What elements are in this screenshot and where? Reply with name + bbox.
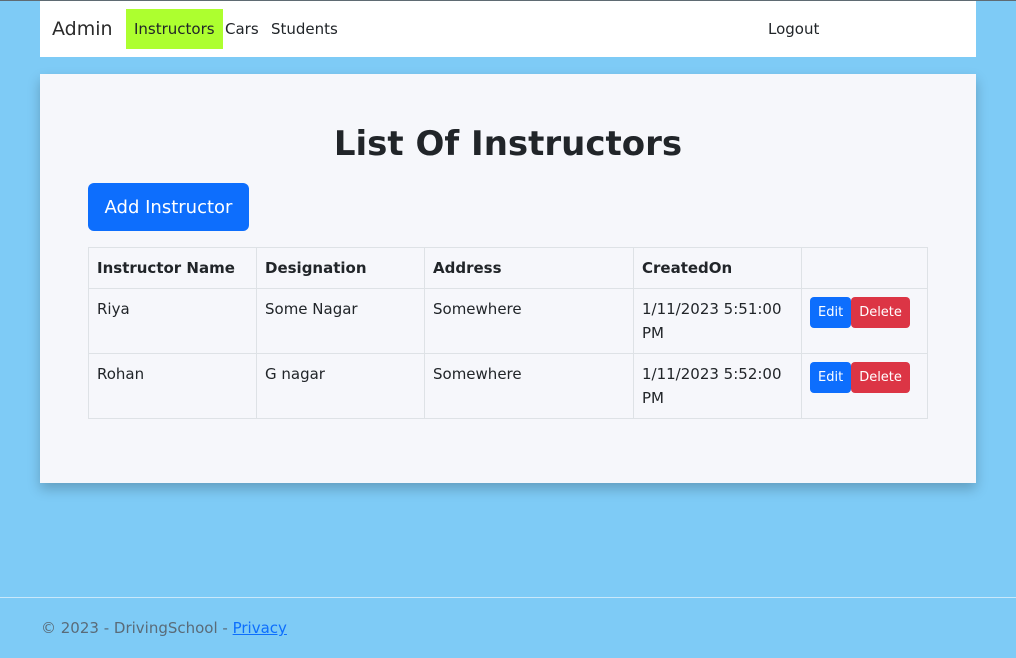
page-title: List Of Instructors [333,124,683,164]
cell-address: Somewhere [424,288,634,354]
edit-button[interactable]: Edit [810,362,852,393]
cell-designation: G nagar [256,353,425,419]
cell-created-on: 1/11/2023 5:52:00 PM [633,353,802,419]
add-instructor-button[interactable]: Add Instructor [88,183,249,231]
footer-text: © 2023 - DrivingSchool - [41,619,233,637]
logout-link[interactable]: Logout [768,9,819,49]
footer-divider [0,597,1016,598]
header-address: Address [424,247,634,289]
delete-button[interactable]: Delete [851,362,910,393]
nav-link-instructors[interactable]: Instructors [126,9,223,49]
navbar-brand[interactable]: Admin [52,18,113,40]
header-created-on: CreatedOn [633,247,802,289]
table-header-row: Instructor Name Designation Address Crea… [88,247,928,289]
privacy-link[interactable]: Privacy [233,619,287,637]
header-instructor-name: Instructor Name [88,247,257,289]
cell-instructor-name: Rohan [88,353,257,419]
nav-link-students[interactable]: Students [271,9,338,49]
table-row: Rohan G nagar Somewhere 1/11/2023 5:52:0… [88,353,928,419]
nav-link-cars[interactable]: Cars [225,9,259,49]
content-card: List Of Instructors Add Instructor Instr… [40,74,976,483]
cell-actions: Edit Delete [801,288,928,354]
instructors-table: Instructor Name Designation Address Crea… [88,247,928,419]
cell-created-on: 1/11/2023 5:51:00 PM [633,288,802,354]
footer: © 2023 - DrivingSchool - Privacy [41,619,287,637]
cell-instructor-name: Riya [88,288,257,354]
table-row: Riya Some Nagar Somewhere 1/11/2023 5:51… [88,288,928,354]
cell-actions: Edit Delete [801,353,928,419]
delete-button[interactable]: Delete [851,297,910,328]
header-designation: Designation [256,247,425,289]
navbar: Admin Instructors Cars Students Logout [40,1,976,57]
header-actions [801,247,928,289]
edit-button[interactable]: Edit [810,297,852,328]
cell-address: Somewhere [424,353,634,419]
cell-designation: Some Nagar [256,288,425,354]
